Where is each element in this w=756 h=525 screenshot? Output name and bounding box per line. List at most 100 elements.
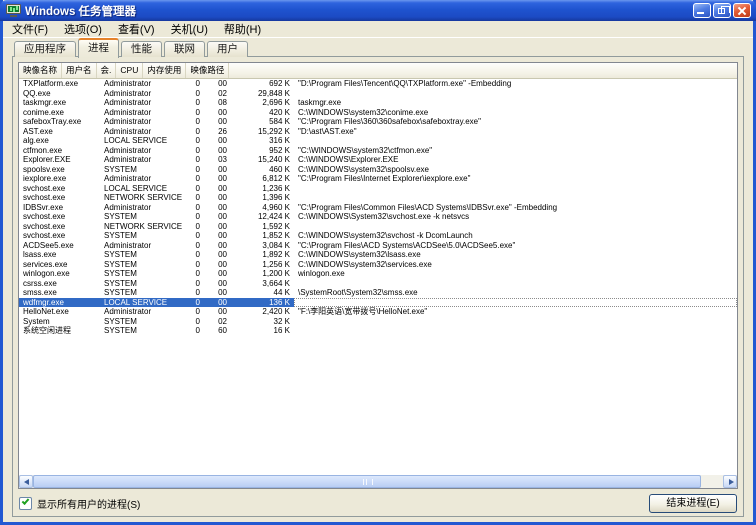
table-row[interactable]: smss.exe SYSTEM 0 00 44 K \SystemRoot\Sy… (19, 288, 737, 298)
table-row[interactable]: safeboxTray.exe Administrator 0 00 584 K… (19, 117, 737, 127)
cell-user-name: SYSTEM (100, 165, 183, 175)
table-row[interactable]: System SYSTEM 0 02 32 K (19, 317, 737, 327)
close-button[interactable] (733, 3, 751, 18)
cell-user-name: SYSTEM (100, 250, 183, 260)
table-row[interactable]: HelloNet.exe Administrator 0 00 2,420 K … (19, 307, 737, 317)
table-row[interactable]: iexplore.exe Administrator 0 00 6,812 K … (19, 174, 737, 184)
table-row[interactable]: svchost.exe NETWORK SERVICE 0 00 1,592 K (19, 222, 737, 232)
cell-cpu: 00 (204, 288, 231, 298)
cell-memory: 692 K (231, 79, 294, 89)
cell-image-path: "C:\Program Files\Common Files\ACD Syste… (294, 203, 737, 213)
minimize-button[interactable] (693, 3, 711, 18)
menu-item[interactable]: 文件(F) (4, 20, 56, 38)
cell-cpu: 00 (204, 279, 231, 289)
cell-cpu: 00 (204, 184, 231, 194)
cell-user-name: Administrator (100, 146, 183, 156)
cell-cpu: 00 (204, 108, 231, 118)
menu-item[interactable]: 帮助(H) (216, 20, 269, 38)
column-header[interactable]: 映像路径 (186, 63, 229, 78)
restore-button[interactable] (713, 3, 731, 18)
titlebar[interactable]: Windows 任务管理器 (0, 0, 756, 21)
cell-session-id: 0 (183, 298, 204, 308)
table-row[interactable]: IDBSvr.exe Administrator 0 00 4,960 K "C… (19, 203, 737, 213)
table-row[interactable]: Explorer.EXE Administrator 0 03 15,240 K… (19, 155, 737, 165)
tab[interactable]: 应用程序 (14, 41, 76, 57)
tab[interactable]: 用户 (207, 41, 248, 57)
cell-image-path: "C:\Program Files\360\360safebox\safebox… (294, 117, 737, 127)
table-row[interactable]: svchost.exe SYSTEM 0 00 1,852 K C:\WINDO… (19, 231, 737, 241)
cell-user-name: SYSTEM (100, 279, 183, 289)
table-row[interactable]: ACDSee5.exe Administrator 0 00 3,084 K "… (19, 241, 737, 251)
cell-image-path (294, 279, 737, 289)
table-row[interactable]: spoolsv.exe SYSTEM 0 00 460 K C:\WINDOWS… (19, 165, 737, 175)
column-header[interactable]: 会. (97, 63, 117, 78)
cell-session-id: 0 (183, 222, 204, 232)
cell-user-name: SYSTEM (100, 317, 183, 327)
tab[interactable]: 联网 (164, 41, 205, 57)
column-header[interactable]: 用户名 (62, 63, 97, 78)
process-list-body: TXPlatform.exe Administrator 0 00 692 K … (19, 79, 737, 475)
cell-user-name: SYSTEM (100, 231, 183, 241)
cell-image-name: csrss.exe (19, 279, 100, 289)
cell-memory: 15,240 K (231, 155, 294, 165)
cell-image-name: services.exe (19, 260, 100, 270)
column-header[interactable]: 内存使用 (143, 63, 186, 78)
cell-cpu: 00 (204, 222, 231, 232)
cell-memory: 12,424 K (231, 212, 294, 222)
table-row[interactable]: svchost.exe SYSTEM 0 00 12,424 K C:\WIND… (19, 212, 737, 222)
cell-memory: 1,852 K (231, 231, 294, 241)
scroll-left-button[interactable] (19, 475, 33, 488)
table-row[interactable]: alg.exe LOCAL SERVICE 0 00 316 K (19, 136, 737, 146)
cell-user-name: NETWORK SERVICE (100, 193, 183, 203)
cell-image-path: "C:\Program Files\ACD Systems\ACDSee\5.0… (294, 241, 737, 251)
cell-image-path: C:\WINDOWS\System32\svchost.exe -k netsv… (294, 212, 737, 222)
table-row[interactable]: conime.exe Administrator 0 00 420 K C:\W… (19, 108, 737, 118)
table-row[interactable]: ctfmon.exe Administrator 0 00 952 K "C:\… (19, 146, 737, 156)
cell-image-path (294, 317, 737, 327)
table-row[interactable]: lsass.exe SYSTEM 0 00 1,892 K C:\WINDOWS… (19, 250, 737, 260)
tab[interactable]: 性能 (121, 41, 162, 57)
cell-image-name: smss.exe (19, 288, 100, 298)
table-row[interactable]: QQ.exe Administrator 0 02 29,848 K (19, 89, 737, 99)
table-row[interactable]: taskmgr.exe Administrator 0 08 2,696 K t… (19, 98, 737, 108)
cell-image-name: lsass.exe (19, 250, 100, 260)
scroll-right-button[interactable] (723, 475, 737, 488)
cell-user-name: SYSTEM (100, 288, 183, 298)
cell-session-id: 0 (183, 136, 204, 146)
table-row[interactable]: wdfmgr.exe LOCAL SERVICE 0 00 136 K (19, 298, 737, 308)
table-row[interactable]: AST.exe Administrator 0 26 15,292 K "D:\… (19, 127, 737, 137)
show-all-users-checkbox[interactable] (19, 497, 32, 510)
cell-cpu: 00 (204, 174, 231, 184)
scrollbar-thumb[interactable] (33, 475, 701, 488)
cell-user-name: Administrator (100, 89, 183, 99)
cell-image-name: IDBSvr.exe (19, 203, 100, 213)
table-row[interactable]: 系统空闲进程 SYSTEM 0 60 16 K (19, 326, 737, 336)
cell-cpu: 00 (204, 250, 231, 260)
show-all-users-label: 显示所有用户的进程(S) (37, 496, 140, 511)
table-row[interactable]: svchost.exe LOCAL SERVICE 0 00 1,236 K (19, 184, 737, 194)
table-row[interactable]: services.exe SYSTEM 0 00 1,256 K C:\WIND… (19, 260, 737, 270)
cell-session-id: 0 (183, 288, 204, 298)
cell-memory: 460 K (231, 165, 294, 175)
menu-item[interactable]: 选项(O) (56, 20, 110, 38)
task-manager-window: Windows 任务管理器 文件(F) 选项(O) 查看(V) 关机(U) 帮助… (0, 0, 756, 525)
column-header[interactable]: 映像名称 (19, 63, 62, 78)
menu-item[interactable]: 查看(V) (110, 20, 163, 38)
cell-image-name: safeboxTray.exe (19, 117, 100, 127)
cell-session-id: 0 (183, 98, 204, 108)
cell-user-name: Administrator (100, 155, 183, 165)
table-row[interactable]: csrss.exe SYSTEM 0 00 3,664 K (19, 279, 737, 289)
table-row[interactable]: TXPlatform.exe Administrator 0 00 692 K … (19, 79, 737, 89)
table-row[interactable]: winlogon.exe SYSTEM 0 00 1,200 K winlogo… (19, 269, 737, 279)
column-header[interactable]: CPU (116, 63, 143, 78)
tab[interactable]: 进程 (78, 38, 119, 58)
cell-image-path: "D:\ast\AST.exe" (294, 127, 737, 137)
end-process-button[interactable]: 结束进程(E) (649, 494, 737, 513)
left-arrow-icon (24, 479, 29, 485)
table-row[interactable]: svchost.exe NETWORK SERVICE 0 00 1,396 K (19, 193, 737, 203)
menu-item[interactable]: 关机(U) (163, 20, 216, 38)
cell-cpu: 00 (204, 165, 231, 175)
horizontal-scrollbar[interactable] (19, 475, 737, 488)
cell-image-path (294, 136, 737, 146)
cell-memory: 2,420 K (231, 307, 294, 317)
